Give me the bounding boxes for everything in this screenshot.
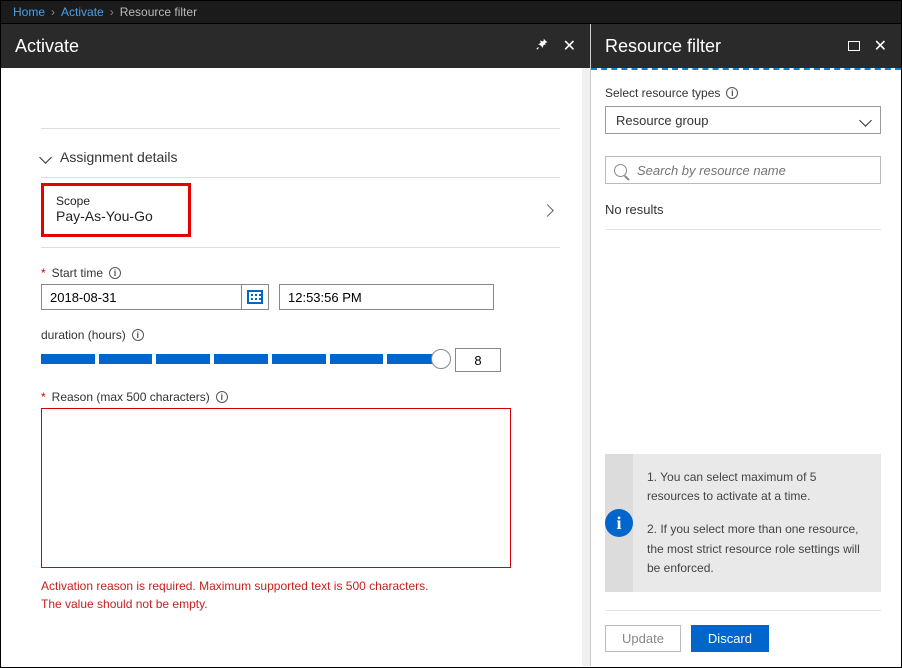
scope-value: Pay-As-You-Go — [56, 208, 176, 224]
start-time-input[interactable] — [279, 284, 494, 310]
pin-icon[interactable] — [535, 37, 549, 56]
scope-label: Scope — [56, 194, 176, 208]
scope-highlight: Scope Pay-As-You-Go — [41, 183, 191, 237]
reason-error: Activation reason is required. Maximum s… — [41, 577, 560, 613]
scope-row[interactable]: Scope Pay-As-You-Go — [41, 178, 560, 248]
calendar-icon — [247, 290, 263, 304]
select-value: Resource group — [616, 113, 709, 128]
chevron-down-icon — [41, 149, 50, 165]
info-icon[interactable]: i — [216, 391, 228, 403]
close-icon[interactable]: ✕ — [563, 36, 576, 56]
tip-line-1: 1. You can select maximum of 5 resources… — [647, 468, 867, 506]
resource-search[interactable] — [605, 156, 881, 184]
panel-header-activate: Activate ✕ — [1, 24, 590, 68]
info-icon[interactable]: i — [109, 267, 121, 279]
chevron-down-icon — [861, 113, 870, 128]
section-title: Assignment details — [60, 149, 178, 165]
start-time-label: *Start time i — [41, 266, 560, 280]
slider-thumb[interactable] — [431, 349, 451, 369]
close-icon[interactable]: ✕ — [874, 36, 887, 56]
search-input[interactable] — [635, 162, 872, 179]
search-icon — [614, 164, 627, 177]
duration-slider[interactable] — [41, 354, 441, 366]
divider — [591, 68, 901, 70]
scrollbar[interactable] — [582, 68, 590, 666]
info-icon[interactable]: i — [726, 87, 738, 99]
discard-button[interactable]: Discard — [691, 625, 769, 652]
resource-type-select[interactable]: Resource group — [605, 106, 881, 134]
info-tip: i 1. You can select maximum of 5 resourc… — [605, 454, 881, 592]
start-date-input[interactable] — [41, 284, 241, 310]
assignment-details-accordion[interactable]: Assignment details — [41, 143, 560, 178]
panel-title: Resource filter — [605, 36, 721, 57]
panel-header-resource-filter: Resource filter ✕ — [591, 24, 901, 68]
breadcrumb-home[interactable]: Home — [13, 5, 45, 19]
tip-line-2: 2. If you select more than one resource,… — [647, 520, 867, 578]
reason-label: *Reason (max 500 characters) i — [41, 390, 560, 404]
chevron-right-icon[interactable] — [543, 203, 552, 218]
info-icon: i — [605, 509, 633, 537]
panel-title: Activate — [15, 36, 79, 57]
maximize-icon[interactable] — [848, 39, 860, 54]
update-button[interactable]: Update — [605, 625, 681, 652]
chevron-right-icon: › — [51, 5, 55, 19]
duration-value-input[interactable] — [455, 348, 501, 372]
breadcrumb-current: Resource filter — [120, 5, 197, 19]
breadcrumb-activate[interactable]: Activate — [61, 5, 104, 19]
chevron-right-icon: › — [110, 5, 114, 19]
breadcrumb: Home › Activate › Resource filter — [1, 1, 901, 24]
select-resource-types-label: Select resource types i — [605, 86, 881, 100]
no-results-text: No results — [605, 202, 881, 230]
reason-textarea[interactable] — [41, 408, 511, 568]
duration-label: duration (hours) i — [41, 328, 560, 342]
calendar-button[interactable] — [241, 284, 269, 310]
info-icon[interactable]: i — [132, 329, 144, 341]
